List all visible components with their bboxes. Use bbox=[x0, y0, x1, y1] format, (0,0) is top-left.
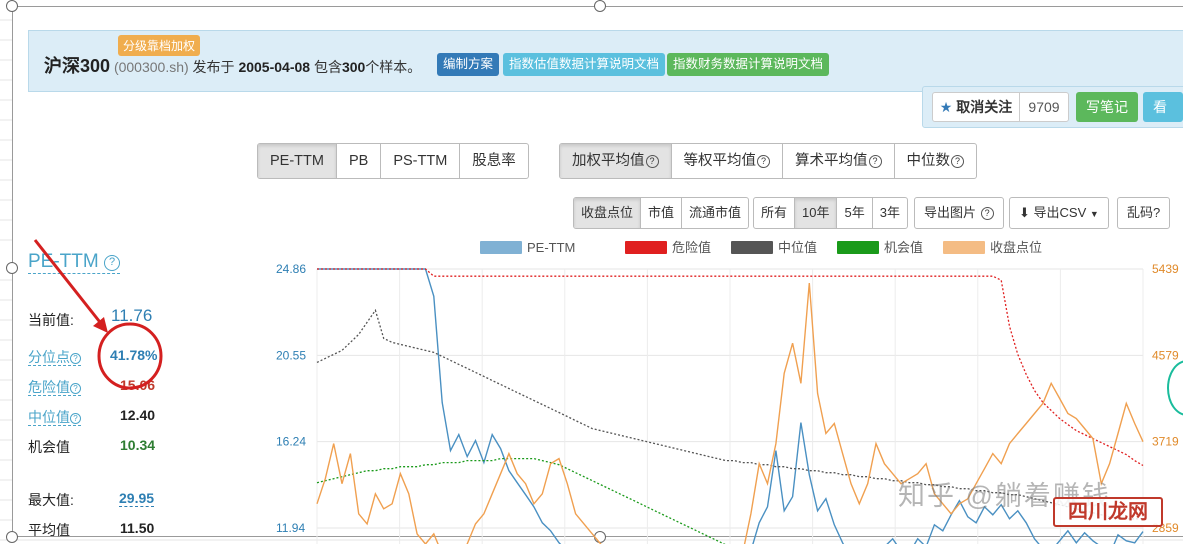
legend-label: 收盘点位 bbox=[990, 240, 1042, 255]
y-left-tick-label: 11.94 bbox=[276, 521, 305, 535]
y-right-tick-label: 5439 bbox=[1152, 262, 1179, 276]
legend-swatch bbox=[943, 241, 985, 254]
y-left-tick-label: 20.55 bbox=[276, 348, 306, 362]
y-right-tick-label: 3719 bbox=[1152, 435, 1179, 449]
site-logo-watermark: 四川龙网 bbox=[1053, 497, 1163, 527]
legend-label: 机会值 bbox=[884, 240, 923, 255]
legend-swatch bbox=[480, 241, 522, 254]
legend-swatch bbox=[731, 241, 773, 254]
annotation-arrow-head bbox=[93, 317, 108, 333]
legend-swatch bbox=[625, 241, 667, 254]
annotation-arrow-line bbox=[33, 239, 105, 327]
legend-label: PE-TTM bbox=[527, 240, 575, 255]
legend-label: 中位值 bbox=[778, 240, 817, 255]
legend-label: 危险值 bbox=[672, 240, 711, 255]
annotation-circle bbox=[97, 322, 163, 390]
y-right-tick-label: 4579 bbox=[1152, 348, 1179, 362]
legend-swatch bbox=[837, 241, 879, 254]
y-left-tick-label: 16.24 bbox=[276, 435, 306, 449]
y-left-tick-label: 24.86 bbox=[276, 262, 306, 276]
